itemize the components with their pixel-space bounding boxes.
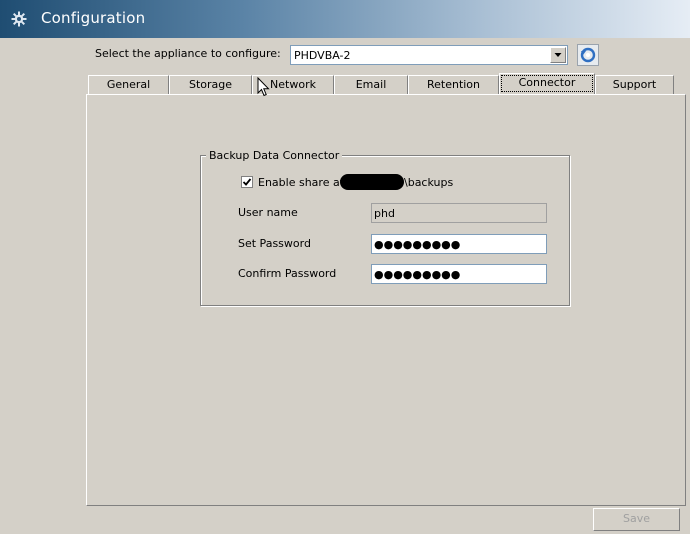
tab-label: Support (612, 78, 657, 91)
dropdown-arrow-button[interactable] (550, 47, 566, 63)
appliance-select[interactable]: PHDVBA-2 (290, 45, 568, 65)
tab-label: Network (270, 78, 316, 91)
tab-email[interactable]: Email (334, 75, 408, 94)
enable-share-checkbox[interactable] (241, 176, 253, 188)
tab-label: Retention (426, 78, 481, 91)
appliance-select-label: Select the appliance to configure: (95, 47, 281, 60)
set-password-input[interactable] (374, 238, 544, 251)
tab-general[interactable]: General (88, 75, 169, 94)
window-title: Configuration (41, 9, 146, 27)
confirm-password-label: Confirm Password (238, 267, 337, 280)
set-password-label: Set Password (238, 237, 311, 250)
tab-label: General (106, 78, 151, 91)
username-label: User name (238, 206, 298, 219)
set-password-field[interactable] (371, 234, 547, 254)
tab-label: Connector (518, 76, 576, 89)
username-field[interactable] (371, 203, 547, 223)
tab-retention[interactable]: Retention (408, 75, 499, 94)
title-bar: Configuration (0, 0, 690, 38)
group-title: Backup Data Connector (206, 149, 343, 162)
chevron-down-icon (554, 53, 562, 57)
username-input[interactable] (374, 207, 544, 220)
refresh-icon (580, 47, 596, 63)
tab-label: Storage (188, 78, 233, 91)
tab-storage[interactable]: Storage (169, 75, 252, 94)
appliance-select-value: PHDVBA-2 (294, 49, 351, 62)
redacted-hostname (340, 174, 404, 190)
checkmark-icon (242, 178, 252, 186)
tab-connector[interactable]: Connector (499, 73, 595, 94)
tab-label: Email (355, 78, 387, 91)
refresh-button[interactable] (577, 44, 599, 66)
mouse-cursor-icon (257, 77, 270, 97)
enable-share-path-suffix[interactable]: \backups (404, 176, 453, 189)
confirm-password-input[interactable] (374, 268, 544, 281)
confirm-password-field[interactable] (371, 264, 547, 284)
gear-icon (11, 11, 27, 27)
save-button[interactable]: Save (593, 508, 680, 531)
tab-support[interactable]: Support (595, 75, 674, 94)
